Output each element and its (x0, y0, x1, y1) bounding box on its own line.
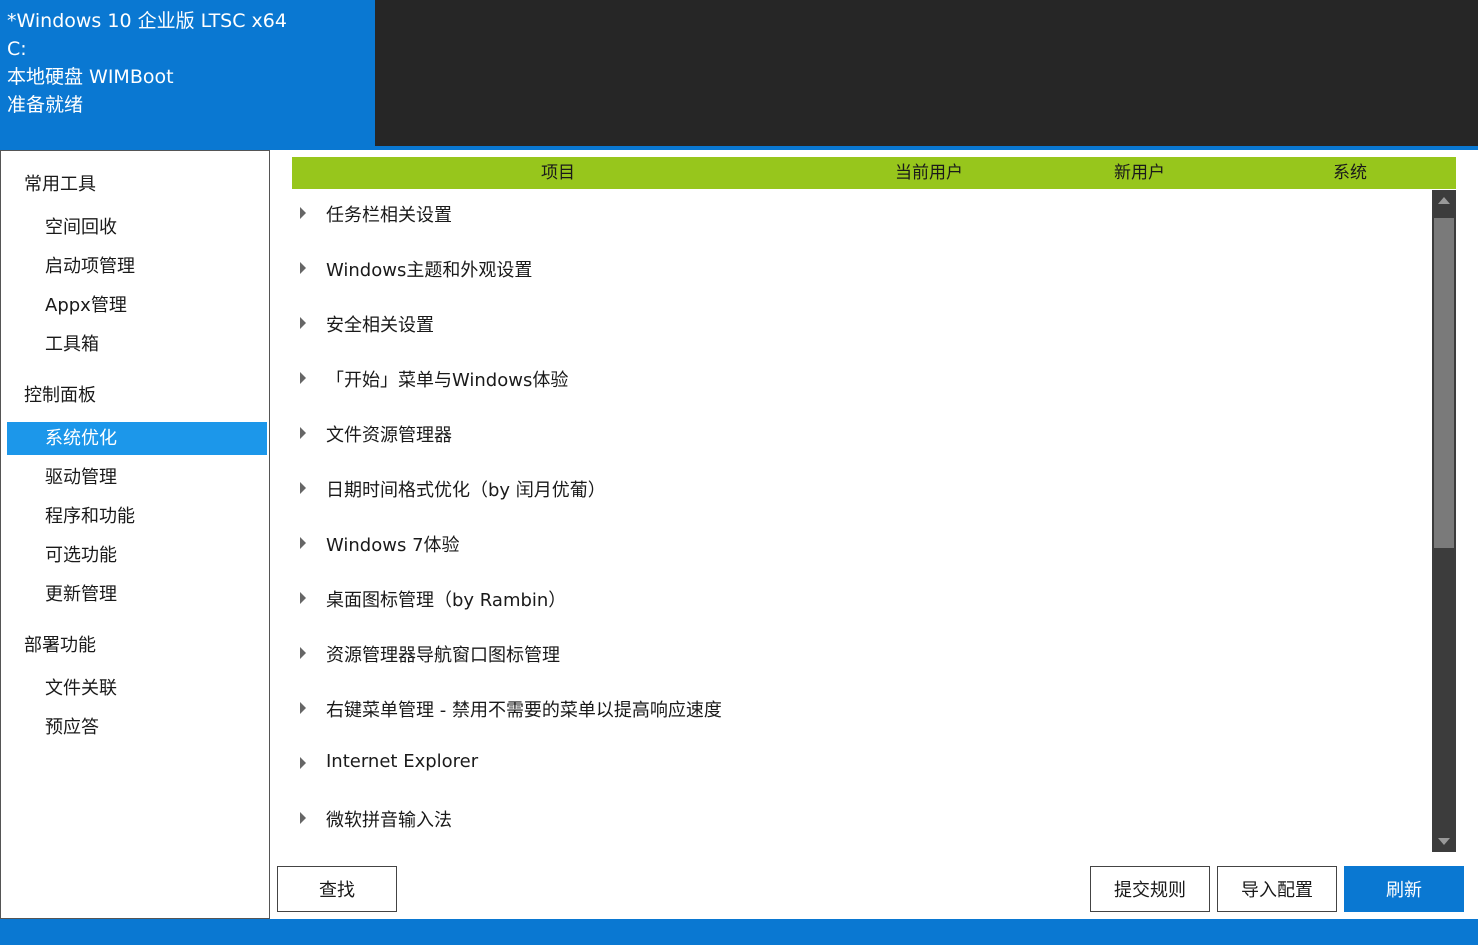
sidebar-item-system-optimize[interactable]: 系统优化 (7, 422, 267, 455)
drive-type: 本地硬盘 WIMBoot (7, 66, 174, 88)
list-item-label: 任务栏相关设置 (326, 205, 452, 226)
list-item-label: Windows主题和外观设置 (326, 260, 533, 281)
sidebar-item-label: Appx管理 (45, 295, 127, 316)
list-item-label: 资源管理器导航窗口图标管理 (326, 645, 560, 666)
sidebar-item-label: 启动项管理 (45, 256, 135, 277)
list-item[interactable]: 任务栏相关设置 (292, 190, 1430, 245)
expand-arrow-icon[interactable] (300, 482, 306, 494)
sidebar-item-unattend[interactable]: 预应答 (7, 711, 267, 744)
sidebar-item-label: 驱动管理 (45, 467, 117, 488)
sidebar-item-label: 文件关联 (45, 678, 117, 699)
list-item-label: 「开始」菜单与Windows体验 (326, 370, 569, 391)
column-header-item[interactable]: 项目 (541, 157, 575, 189)
find-button[interactable]: 查找 (277, 866, 397, 912)
list-item[interactable]: 日期时间格式优化（by 闰月优葡） (292, 465, 1430, 520)
expand-arrow-icon[interactable] (300, 262, 306, 274)
list-item-label: 日期时间格式优化（by 闰月优葡） (326, 480, 606, 501)
list-item[interactable]: Internet Explorer (292, 740, 1430, 795)
list-item[interactable]: 微软拼音输入法 (292, 795, 1430, 850)
list-item-label: 右键菜单管理 - 禁用不需要的菜单以提高响应速度 (326, 700, 722, 721)
list-item[interactable]: 安全相关设置 (292, 300, 1430, 355)
list-item[interactable]: 右键菜单管理 - 禁用不需要的菜单以提高响应速度 (292, 685, 1430, 740)
sidebar-item-space-reclaim[interactable]: 空间回收 (7, 211, 267, 244)
sidebar-item-appx[interactable]: Appx管理 (7, 289, 267, 322)
column-header-new-user[interactable]: 新用户 (1114, 157, 1165, 189)
expand-arrow-icon[interactable] (300, 757, 306, 769)
sidebar-item-label: 可选功能 (45, 545, 117, 566)
list-item-label: Internet Explorer (326, 751, 479, 772)
os-title: *Windows 10 企业版 LTSC x64 (7, 10, 287, 32)
sidebar-item-updates[interactable]: 更新管理 (7, 578, 267, 611)
expand-arrow-icon[interactable] (300, 207, 306, 219)
sidebar-item-optional-features[interactable]: 可选功能 (7, 539, 267, 572)
list-item-label: 桌面图标管理（by Rambin） (326, 590, 567, 611)
drive-letter: C: (7, 38, 27, 60)
expand-arrow-icon[interactable] (300, 317, 306, 329)
nav-group-control-panel: 控制面板 (24, 385, 96, 406)
expand-arrow-icon[interactable] (300, 537, 306, 549)
list-item[interactable]: 文件资源管理器 (292, 410, 1430, 465)
sidebar-item-programs[interactable]: 程序和功能 (7, 500, 267, 533)
import-config-button[interactable]: 导入配置 (1217, 866, 1337, 912)
list-item-label: 安全相关设置 (326, 315, 434, 336)
expand-arrow-icon[interactable] (300, 372, 306, 384)
list-item-label: 文件资源管理器 (326, 425, 452, 446)
sidebar-item-file-assoc[interactable]: 文件关联 (7, 672, 267, 705)
sidebar-item-label: 预应答 (45, 717, 99, 738)
sidebar-item-label: 程序和功能 (45, 506, 135, 527)
status-text: 准备就绪 (7, 94, 84, 116)
scrollbar-thumb[interactable] (1434, 218, 1454, 548)
list-item[interactable]: Windows主题和外观设置 (292, 245, 1430, 300)
sidebar: 常用工具 空间回收 启动项管理 Appx管理 工具箱 控制面板 系统优化 驱动管… (0, 150, 270, 919)
list-item[interactable]: 「开始」菜单与Windows体验 (292, 355, 1430, 410)
vertical-scrollbar[interactable] (1432, 190, 1456, 852)
expand-arrow-icon[interactable] (300, 812, 306, 824)
list-item[interactable]: 资源管理器导航窗口图标管理 (292, 630, 1430, 685)
list-item-label: Windows 7体验 (326, 535, 460, 556)
status-bar (0, 919, 1478, 945)
table-header: 项目 当前用户 新用户 系统 (292, 157, 1456, 189)
expand-arrow-icon[interactable] (300, 702, 306, 714)
sidebar-item-label: 更新管理 (45, 584, 117, 605)
scroll-up-arrow-icon[interactable] (1438, 197, 1450, 204)
list-item[interactable]: Windows 7体验 (292, 520, 1430, 575)
expand-arrow-icon[interactable] (300, 592, 306, 604)
nav-group-common-tools: 常用工具 (24, 174, 96, 195)
list-item[interactable]: 桌面图标管理（by Rambin） (292, 575, 1430, 630)
expand-arrow-icon[interactable] (300, 647, 306, 659)
status-panel: *Windows 10 企业版 LTSC x64 C: 本地硬盘 WIMBoot… (0, 0, 375, 148)
scroll-down-arrow-icon[interactable] (1438, 838, 1450, 845)
submit-rules-button[interactable]: 提交规则 (1090, 866, 1210, 912)
expand-arrow-icon[interactable] (300, 427, 306, 439)
refresh-button[interactable]: 刷新 (1344, 866, 1464, 912)
column-header-current-user[interactable]: 当前用户 (895, 157, 963, 189)
sidebar-item-label: 系统优化 (45, 428, 117, 449)
column-header-system[interactable]: 系统 (1333, 157, 1367, 189)
header-banner (375, 0, 1478, 148)
sidebar-item-label: 工具箱 (45, 334, 99, 355)
sidebar-item-toolbox[interactable]: 工具箱 (7, 328, 267, 361)
sidebar-item-drivers[interactable]: 驱动管理 (7, 461, 267, 494)
sidebar-item-label: 空间回收 (45, 217, 117, 238)
list-item-label: 微软拼音输入法 (326, 810, 452, 831)
sidebar-item-startup[interactable]: 启动项管理 (7, 250, 267, 283)
settings-list: 任务栏相关设置 Windows主题和外观设置 安全相关设置 「开始」菜单与Win… (292, 190, 1430, 850)
nav-group-deploy: 部署功能 (24, 635, 96, 656)
